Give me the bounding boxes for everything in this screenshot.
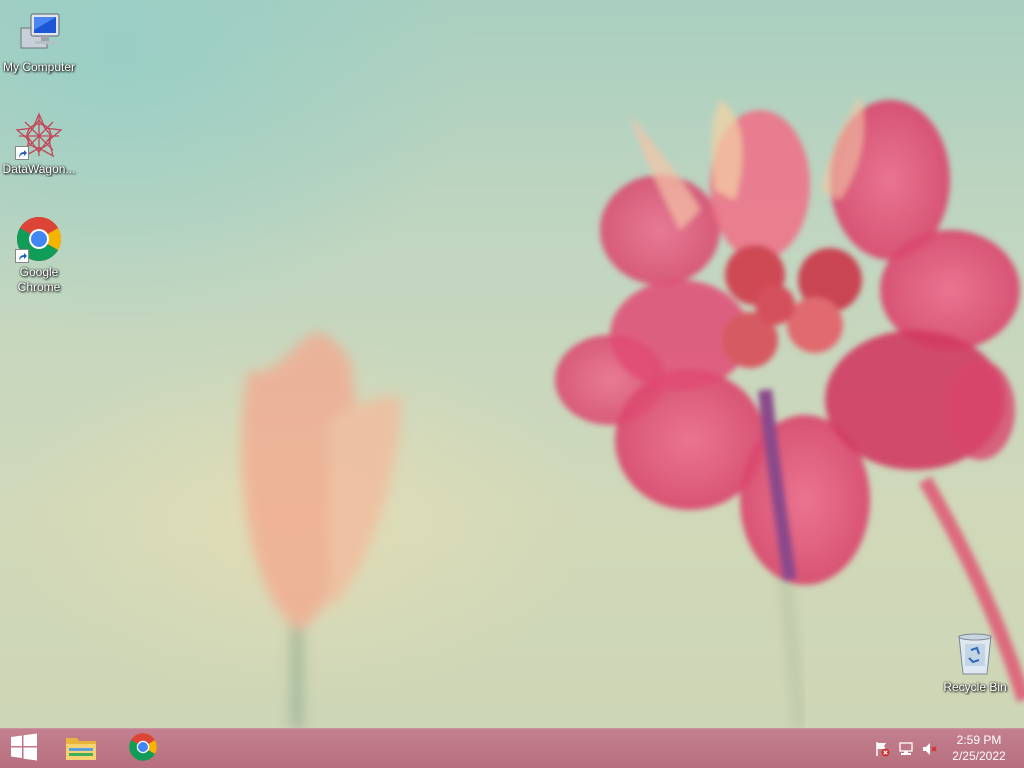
chrome-icon [15, 215, 63, 263]
shortcut-arrow-icon [15, 146, 29, 160]
desktop-icon-label: DataWagon... [2, 162, 76, 176]
computer-icon [15, 10, 63, 58]
shortcut-arrow-icon [15, 249, 29, 263]
desktop-icon-datawagon[interactable]: DataWagon... [0, 112, 78, 177]
clock-date: 2/25/2022 [952, 749, 1006, 763]
action-center-flag-icon[interactable] [874, 741, 890, 757]
taskbar: 2:59 PM 2/25/2022 [0, 728, 1024, 768]
network-icon[interactable] [898, 741, 914, 757]
taskbar-file-explorer-button[interactable] [58, 729, 104, 769]
desktop-icon-recycle-bin[interactable]: Recycle Bin [936, 630, 1014, 695]
taskbar-clock[interactable]: 2:59 PM 2/25/2022 [944, 732, 1014, 764]
wallpaper-flowers [241, 95, 1024, 728]
taskbar-chrome-button[interactable] [120, 729, 166, 769]
desktop-icon-label: My Computer [2, 60, 76, 74]
desktop-icon-label: Recycle Bin [943, 680, 1007, 694]
file-explorer-icon [64, 732, 98, 767]
desktop[interactable]: My Computer DataWagon... Google Chrome R… [0, 0, 1024, 728]
clock-time: 2:59 PM [956, 733, 1002, 747]
windows-logo-icon [10, 733, 38, 766]
desktop-icon-google-chrome[interactable]: Google Chrome [0, 215, 78, 295]
volume-muted-icon[interactable] [922, 741, 938, 757]
start-button[interactable] [0, 729, 48, 769]
datawagon-icon [15, 112, 63, 160]
recycle-bin-icon [951, 630, 999, 678]
chrome-icon [128, 732, 158, 767]
desktop-icon-my-computer[interactable]: My Computer [0, 10, 78, 75]
desktop-icon-label: Google Chrome [17, 265, 61, 294]
